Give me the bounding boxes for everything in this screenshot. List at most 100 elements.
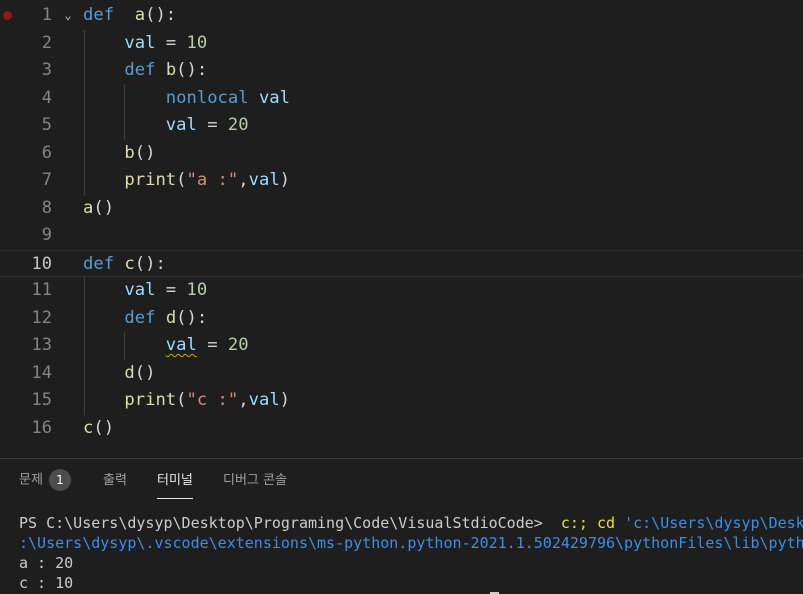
code-token: "a :" — [186, 170, 239, 190]
terminal-text: c:; cd — [560, 514, 616, 532]
code-text: d() — [83, 360, 155, 388]
code-text: def a(): — [83, 2, 176, 30]
code-line[interactable]: 9 — [0, 222, 803, 250]
tab-problems[interactable]: 문제 1 — [19, 469, 71, 491]
line-number: 6 — [41, 142, 52, 163]
code-token: , — [238, 390, 249, 410]
indent-guide — [84, 277, 85, 415]
code-line[interactable]: 8 a() — [0, 195, 803, 223]
code-line[interactable]: 4 nonlocal val — [0, 85, 803, 113]
tab-output[interactable]: 출력 — [103, 471, 127, 491]
code-token: val — [124, 32, 156, 53]
line-number: 9 — [41, 225, 52, 245]
line-number: 12 — [31, 307, 52, 328]
code-token: c — [83, 417, 94, 438]
code-line[interactable]: 3 def b(): — [0, 57, 803, 85]
code-line[interactable]: 11 val = 10 — [0, 277, 803, 305]
code-token: 10 — [186, 32, 208, 53]
code-text: val = 10 — [83, 277, 207, 305]
code-text: val = 20 — [83, 332, 249, 360]
code-token: b — [124, 142, 135, 163]
code-line[interactable]: 14 d() — [0, 360, 803, 388]
line-number: 2 — [41, 32, 52, 53]
code-text: val = 10 — [83, 30, 207, 58]
code-line[interactable]: 10 def c(): — [0, 249, 803, 279]
code-line[interactable]: 15 print("c :",val) — [0, 387, 803, 415]
code-line[interactable]: 12 def d(): — [0, 305, 803, 333]
code-line[interactable]: 16 c() — [0, 415, 803, 443]
problems-count-badge: 1 — [48, 469, 71, 491]
code-token: () — [134, 362, 156, 383]
code-token: = — [196, 335, 228, 355]
code-line[interactable]: ⌄ 1 def a(): — [0, 2, 803, 30]
code-text: def c(): — [83, 251, 166, 279]
code-token: ) — [279, 390, 291, 410]
tab-debug-console[interactable]: 디버그 콘솔 — [223, 471, 287, 491]
code-token: 10 — [186, 280, 208, 300]
code-text: print("a :",val) — [83, 167, 290, 195]
code-token: def — [83, 5, 115, 25]
code-line[interactable]: 6 b() — [0, 140, 803, 168]
code-token: (): — [176, 307, 208, 328]
code-token: , — [238, 170, 249, 190]
terminal-text: PS C:\Users\dysyp\Desktop\Programing\Cod… — [19, 514, 561, 532]
code-line[interactable]: 2 val = 10 — [0, 30, 803, 58]
code-token: val — [165, 335, 197, 355]
code-line[interactable]: 5 val = 20 — [0, 112, 803, 140]
code-token: = — [155, 280, 187, 300]
terminal-line: a : 20 — [19, 553, 73, 573]
code-token: a — [83, 197, 94, 218]
indent-guide — [84, 29, 85, 195]
code-token: c — [124, 253, 135, 274]
chevron-down-icon[interactable]: ⌄ — [60, 7, 76, 23]
terminal-line: :\Users\dysyp\.vscode\extensions\ms-pyth… — [19, 533, 803, 553]
code-token: print — [124, 170, 177, 190]
indent-guide — [124, 332, 125, 360]
line-number: 16 — [31, 417, 52, 438]
terminal-line: c : 10 — [19, 573, 73, 593]
code-token: def — [124, 307, 156, 328]
code-token: () — [93, 197, 115, 218]
code-token: d — [165, 307, 177, 328]
line-number: 15 — [31, 390, 52, 410]
tab-terminal[interactable]: 터미널 — [157, 471, 193, 499]
line-number: 7 — [41, 170, 52, 190]
bottom-panel: 문제 1 출력 터미널 디버그 콘솔 PS C:\Users\dysyp\Desk… — [0, 459, 803, 594]
code-token: val — [258, 87, 290, 108]
line-number: 11 — [31, 280, 52, 300]
tab-terminal-label: 터미널 — [157, 473, 193, 488]
code-token: nonlocal — [165, 87, 249, 108]
code-token: ( — [176, 170, 187, 190]
code-token: (): — [176, 60, 208, 80]
code-token: () — [93, 417, 115, 438]
code-token: val — [165, 115, 197, 135]
code-token: "c :" — [186, 390, 239, 410]
line-number: 14 — [31, 362, 52, 383]
code-token: def — [124, 60, 156, 80]
code-token: ( — [176, 390, 187, 410]
code-line[interactable]: 7 print("a :",val) — [0, 167, 803, 195]
code-text: nonlocal val — [83, 85, 290, 113]
code-text: b() — [83, 140, 155, 168]
code-token: a — [134, 5, 146, 25]
terminal-line: PS C:\Users\dysyp\Desktop\Programing\Cod… — [19, 513, 803, 533]
code-token: ) — [279, 170, 291, 190]
code-line[interactable]: 13 val = 20 — [0, 332, 803, 360]
breakpoint-icon[interactable] — [3, 11, 12, 20]
line-number: 8 — [41, 197, 52, 218]
tab-debug-console-label: 디버그 콘솔 — [223, 473, 287, 488]
code-editor[interactable]: ⌄ 1 def a(): 2 val = 10 3 def b(): 4 nonlocal… — [0, 0, 803, 458]
terminal-text: :\Users\dysyp\.vscode\extensions\ms-pyth… — [19, 534, 803, 552]
line-number: 5 — [41, 115, 52, 135]
